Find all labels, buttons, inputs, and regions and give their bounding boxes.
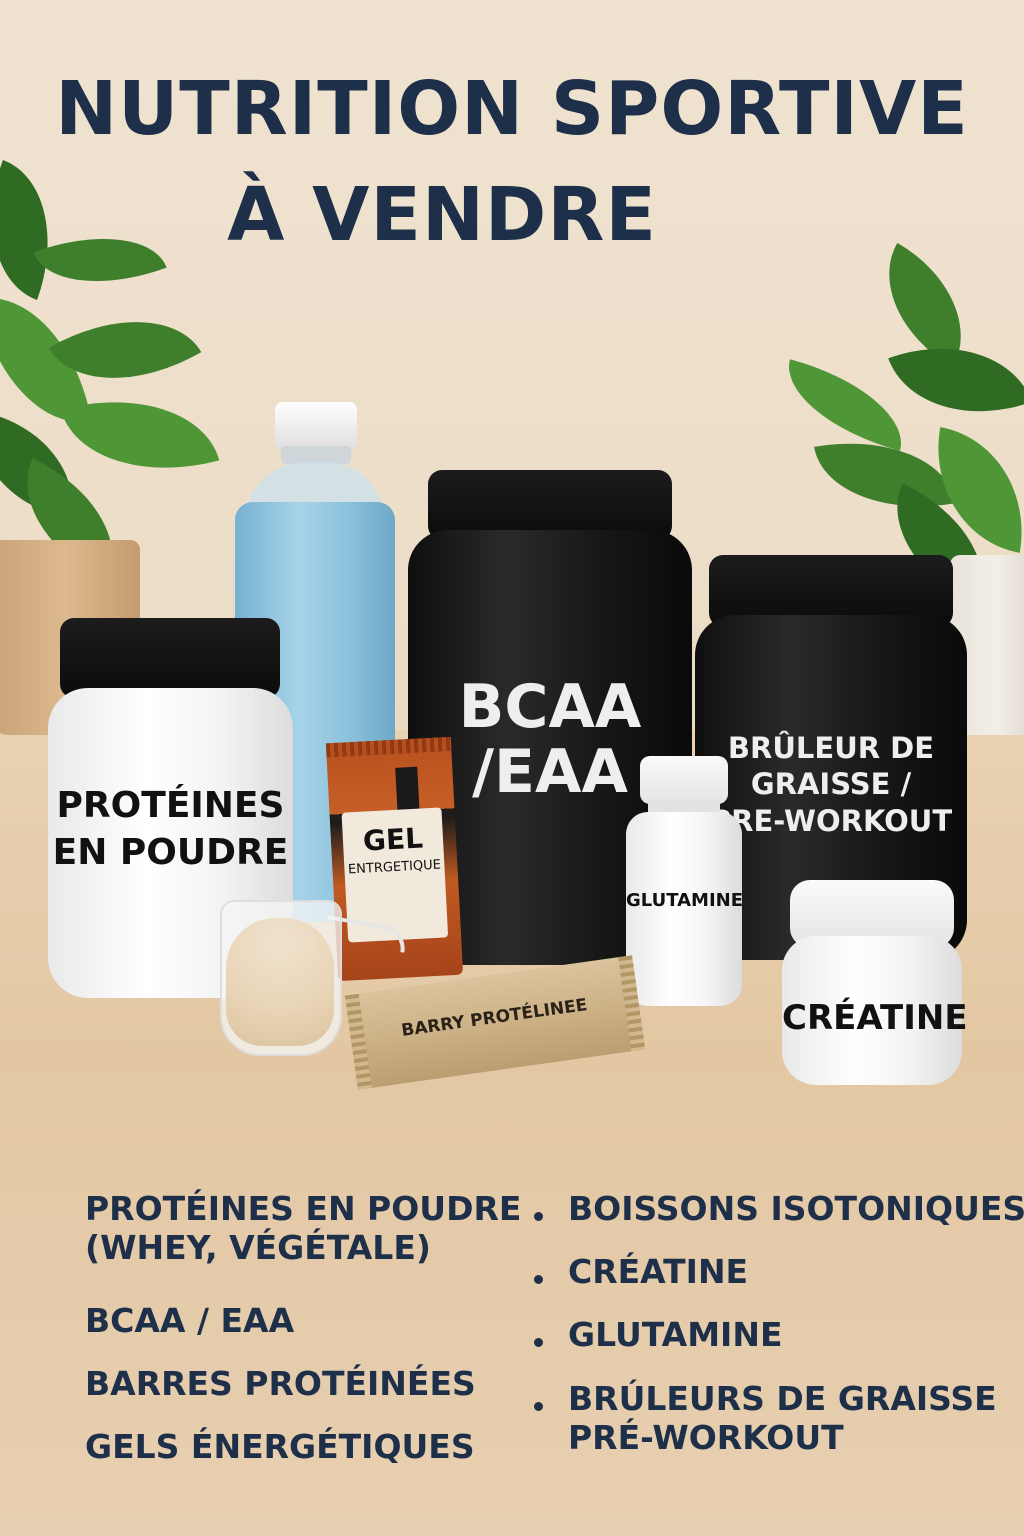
list-item: BARRES PROTÉINÉES xyxy=(85,1364,476,1403)
list-item: GELS ÉNERGÉTIQUES xyxy=(85,1427,475,1466)
list-item: BOISSONS ISOTONIQUES xyxy=(568,1189,1024,1228)
product-poster: NUTRITION SPORTIVE À VENDRE BCAA /EAA BR… xyxy=(0,0,1024,1536)
bullet-icon xyxy=(534,1402,543,1411)
bullet-icon xyxy=(534,1338,543,1347)
protein-label-line-2: EN POUDRE xyxy=(52,831,289,873)
list-item: PROTÉINES EN POUDRE (WHEY, VÉGÉTALE) xyxy=(85,1189,522,1267)
creatine-label: CRÉATINE xyxy=(782,998,968,1038)
bottle-cap xyxy=(640,756,728,804)
gel-label-line-1: GEL xyxy=(362,821,424,858)
list-item: CRÉATINE xyxy=(568,1252,749,1291)
glutamine-label: GLUTAMINE xyxy=(626,890,743,911)
list-item: BRÚLEURS DE GRAISSE PRÉ-WORKOUT xyxy=(568,1379,997,1457)
creatine-jar: CRÉATINE xyxy=(782,880,968,1085)
list-item: GLUTAMINE xyxy=(568,1315,783,1354)
list-item: BCAA / EAA xyxy=(85,1301,295,1340)
bullet-icon xyxy=(534,1212,543,1221)
bullet-icon xyxy=(534,1275,543,1284)
product-list-left: PROTÉINES EN POUDRE (WHEY, VÉGÉTALE) BCA… xyxy=(85,1189,521,1490)
jar-lid xyxy=(60,618,280,698)
product-list-right: BOISSONS ISOTONIQUES CRÉATINE GLUTAMINE … xyxy=(530,1189,1024,1490)
protein-label-line-1: PROTÉINES xyxy=(56,785,285,826)
bottle-cap xyxy=(275,402,357,450)
bcaa-label-line-1: BCAA xyxy=(458,672,642,742)
headline-line-1: NUTRITION SPORTIVE xyxy=(55,66,969,152)
glutamine-bottle: GLUTAMINE xyxy=(626,756,743,1006)
